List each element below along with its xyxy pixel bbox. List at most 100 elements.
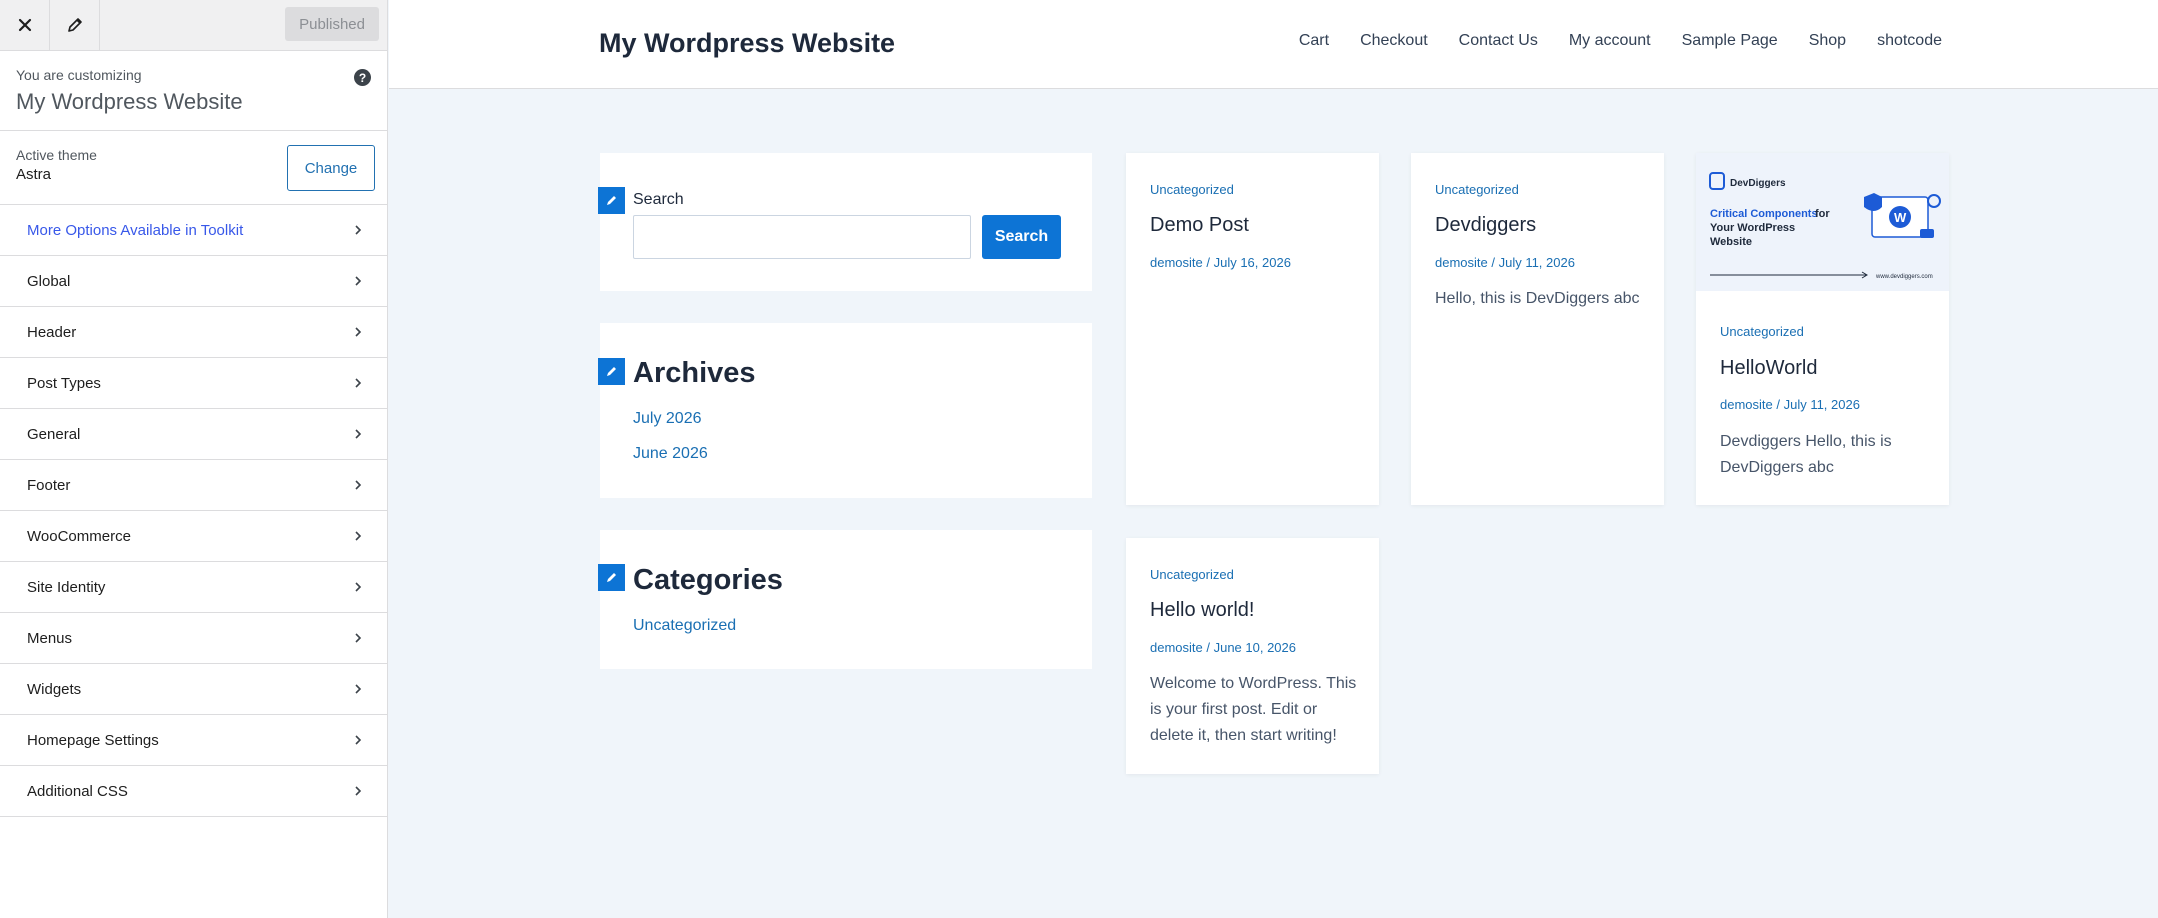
panel-woocommerce[interactable]: WooCommerce [0,511,387,562]
search-label: Search [633,191,684,208]
post-meta[interactable]: demosite / July 11, 2026 [1720,397,1860,412]
post-meta[interactable]: demosite / June 10, 2026 [1150,640,1296,655]
panel-label: Homepage Settings [27,731,159,749]
archive-link[interactable]: July 2026 [633,410,702,428]
active-theme-section: Active theme Astra Change [0,131,387,205]
post-category[interactable]: Uncategorized [1720,324,1804,339]
post-card: Uncategorized Demo Post demosite / July … [1126,153,1379,505]
pencil-icon [67,18,82,32]
category-link[interactable]: Uncategorized [633,617,736,635]
panel-homepage-settings[interactable]: Homepage Settings [0,715,387,766]
archives-heading: Archives [633,357,756,389]
post-title[interactable]: Demo Post [1150,214,1249,237]
thumbnail-brand: DevDiggers [1730,178,1786,189]
panel-label: WooCommerce [27,527,131,545]
thumbnail-headline-line3: Website [1710,236,1752,248]
published-button[interactable]: Published [285,7,379,41]
post-excerpt: Hello, this is DevDiggers abc [1435,290,1640,307]
nav-sample-page[interactable]: Sample Page [1682,32,1778,50]
chevron-right-icon [355,684,362,694]
post-card: Uncategorized Devdiggers demosite / July… [1411,153,1664,505]
post-excerpt: Welcome to WordPress. This is your first… [1150,675,1357,744]
archive-link[interactable]: June 2026 [633,445,708,463]
customizer-topbar: Published [0,0,387,51]
panel-label: Site Identity [27,578,106,596]
panel-label: Footer [27,476,71,494]
primary-nav: Cart Checkout Contact Us My account Samp… [1268,32,1942,50]
panel-label: More Options Available in Toolkit [27,221,244,239]
svg-text:W: W [1894,210,1907,225]
chevron-right-icon [355,276,362,286]
post-meta[interactable]: demosite / July 16, 2026 [1150,255,1291,270]
post-category[interactable]: Uncategorized [1435,182,1519,197]
categories-widget: Categories Uncategorized [598,530,1092,669]
pencil-icon [607,573,616,582]
panel-post-types[interactable]: Post Types [0,358,387,409]
chevron-right-icon [355,633,362,643]
nav-shop[interactable]: Shop [1809,32,1846,50]
post-title[interactable]: Hello world! [1150,599,1254,622]
customizing-site-name: My Wordpress Website [16,89,243,114]
panel-site-identity[interactable]: Site Identity [0,562,387,613]
help-icon[interactable]: ? [354,69,371,86]
panel-label: Widgets [27,680,82,698]
post-meta[interactable]: demosite / July 11, 2026 [1435,255,1575,270]
site-preview: My Wordpress Website Cart Checkout Conta… [389,0,2158,918]
post-card: DevDiggers Critical Components for Your … [1696,153,1949,505]
edit-site-button[interactable] [50,0,100,50]
chevron-right-icon [355,480,362,490]
panel-global[interactable]: Global [0,256,387,307]
chevron-right-icon [355,735,362,745]
panel-label: Header [27,323,77,341]
panel-label: Menus [27,629,73,647]
search-input[interactable] [633,215,971,259]
chevron-right-icon [355,582,362,592]
chevron-right-icon [355,225,362,235]
panel-general[interactable]: General [0,409,387,460]
panel-label: Post Types [27,374,101,392]
panel-label: General [27,425,81,443]
close-customizer-button[interactable] [0,0,50,50]
pencil-icon [607,196,616,205]
panel-label: Global [27,272,71,290]
chevron-right-icon [355,327,362,337]
thumbnail-graphic: DevDiggers Critical Components for Your … [1696,153,1949,291]
post-thumbnail[interactable]: DevDiggers Critical Components for Your … [1696,153,1949,291]
customizer-sidebar: Published You are customizing My Wordpre… [0,0,388,918]
change-theme-button[interactable]: Change [287,145,375,191]
post-category[interactable]: Uncategorized [1150,182,1234,197]
edit-widget-button[interactable] [598,564,625,591]
nav-cart[interactable]: Cart [1299,32,1329,50]
panel-additional-css[interactable]: Additional CSS [0,766,387,817]
panel-label: Additional CSS [27,782,128,800]
search-widget: Search Search [598,153,1092,291]
customizing-label: You are customizing [16,67,142,83]
nav-contact-us[interactable]: Contact Us [1459,32,1538,50]
nav-checkout[interactable]: Checkout [1360,32,1428,50]
chevron-right-icon [355,429,362,439]
post-title[interactable]: Devdiggers [1435,214,1536,237]
panel-toolkit[interactable]: More Options Available in Toolkit [0,205,387,256]
panel-header[interactable]: Header [0,307,387,358]
panel-menus[interactable]: Menus [0,613,387,664]
edit-widget-button[interactable] [598,358,625,385]
pencil-icon [607,367,616,376]
nav-shotcode[interactable]: shotcode [1877,32,1942,50]
archives-widget: Archives July 2026 June 2026 [598,323,1092,498]
thumbnail-url: www.devdiggers.com [1875,274,1933,280]
nav-my-account[interactable]: My account [1569,32,1651,50]
search-button[interactable]: Search [982,215,1061,259]
post-title[interactable]: HelloWorld [1720,357,1817,380]
panel-widgets[interactable]: Widgets [0,664,387,715]
thumbnail-headline-line2: Your WordPress [1710,222,1795,234]
panel-footer[interactable]: Footer [0,460,387,511]
post-card: Uncategorized Hello world! demosite / Ju… [1126,538,1379,774]
site-title[interactable]: My Wordpress Website [599,28,895,59]
chevron-right-icon [355,531,362,541]
thumbnail-headline-rest: for [1815,208,1830,220]
thumbnail-headline-accent: Critical Components [1710,208,1818,220]
post-category[interactable]: Uncategorized [1150,567,1234,582]
customizer-info: You are customizing My Wordpress Website… [0,51,387,131]
chevron-right-icon [355,378,362,388]
edit-widget-button[interactable] [598,187,625,214]
